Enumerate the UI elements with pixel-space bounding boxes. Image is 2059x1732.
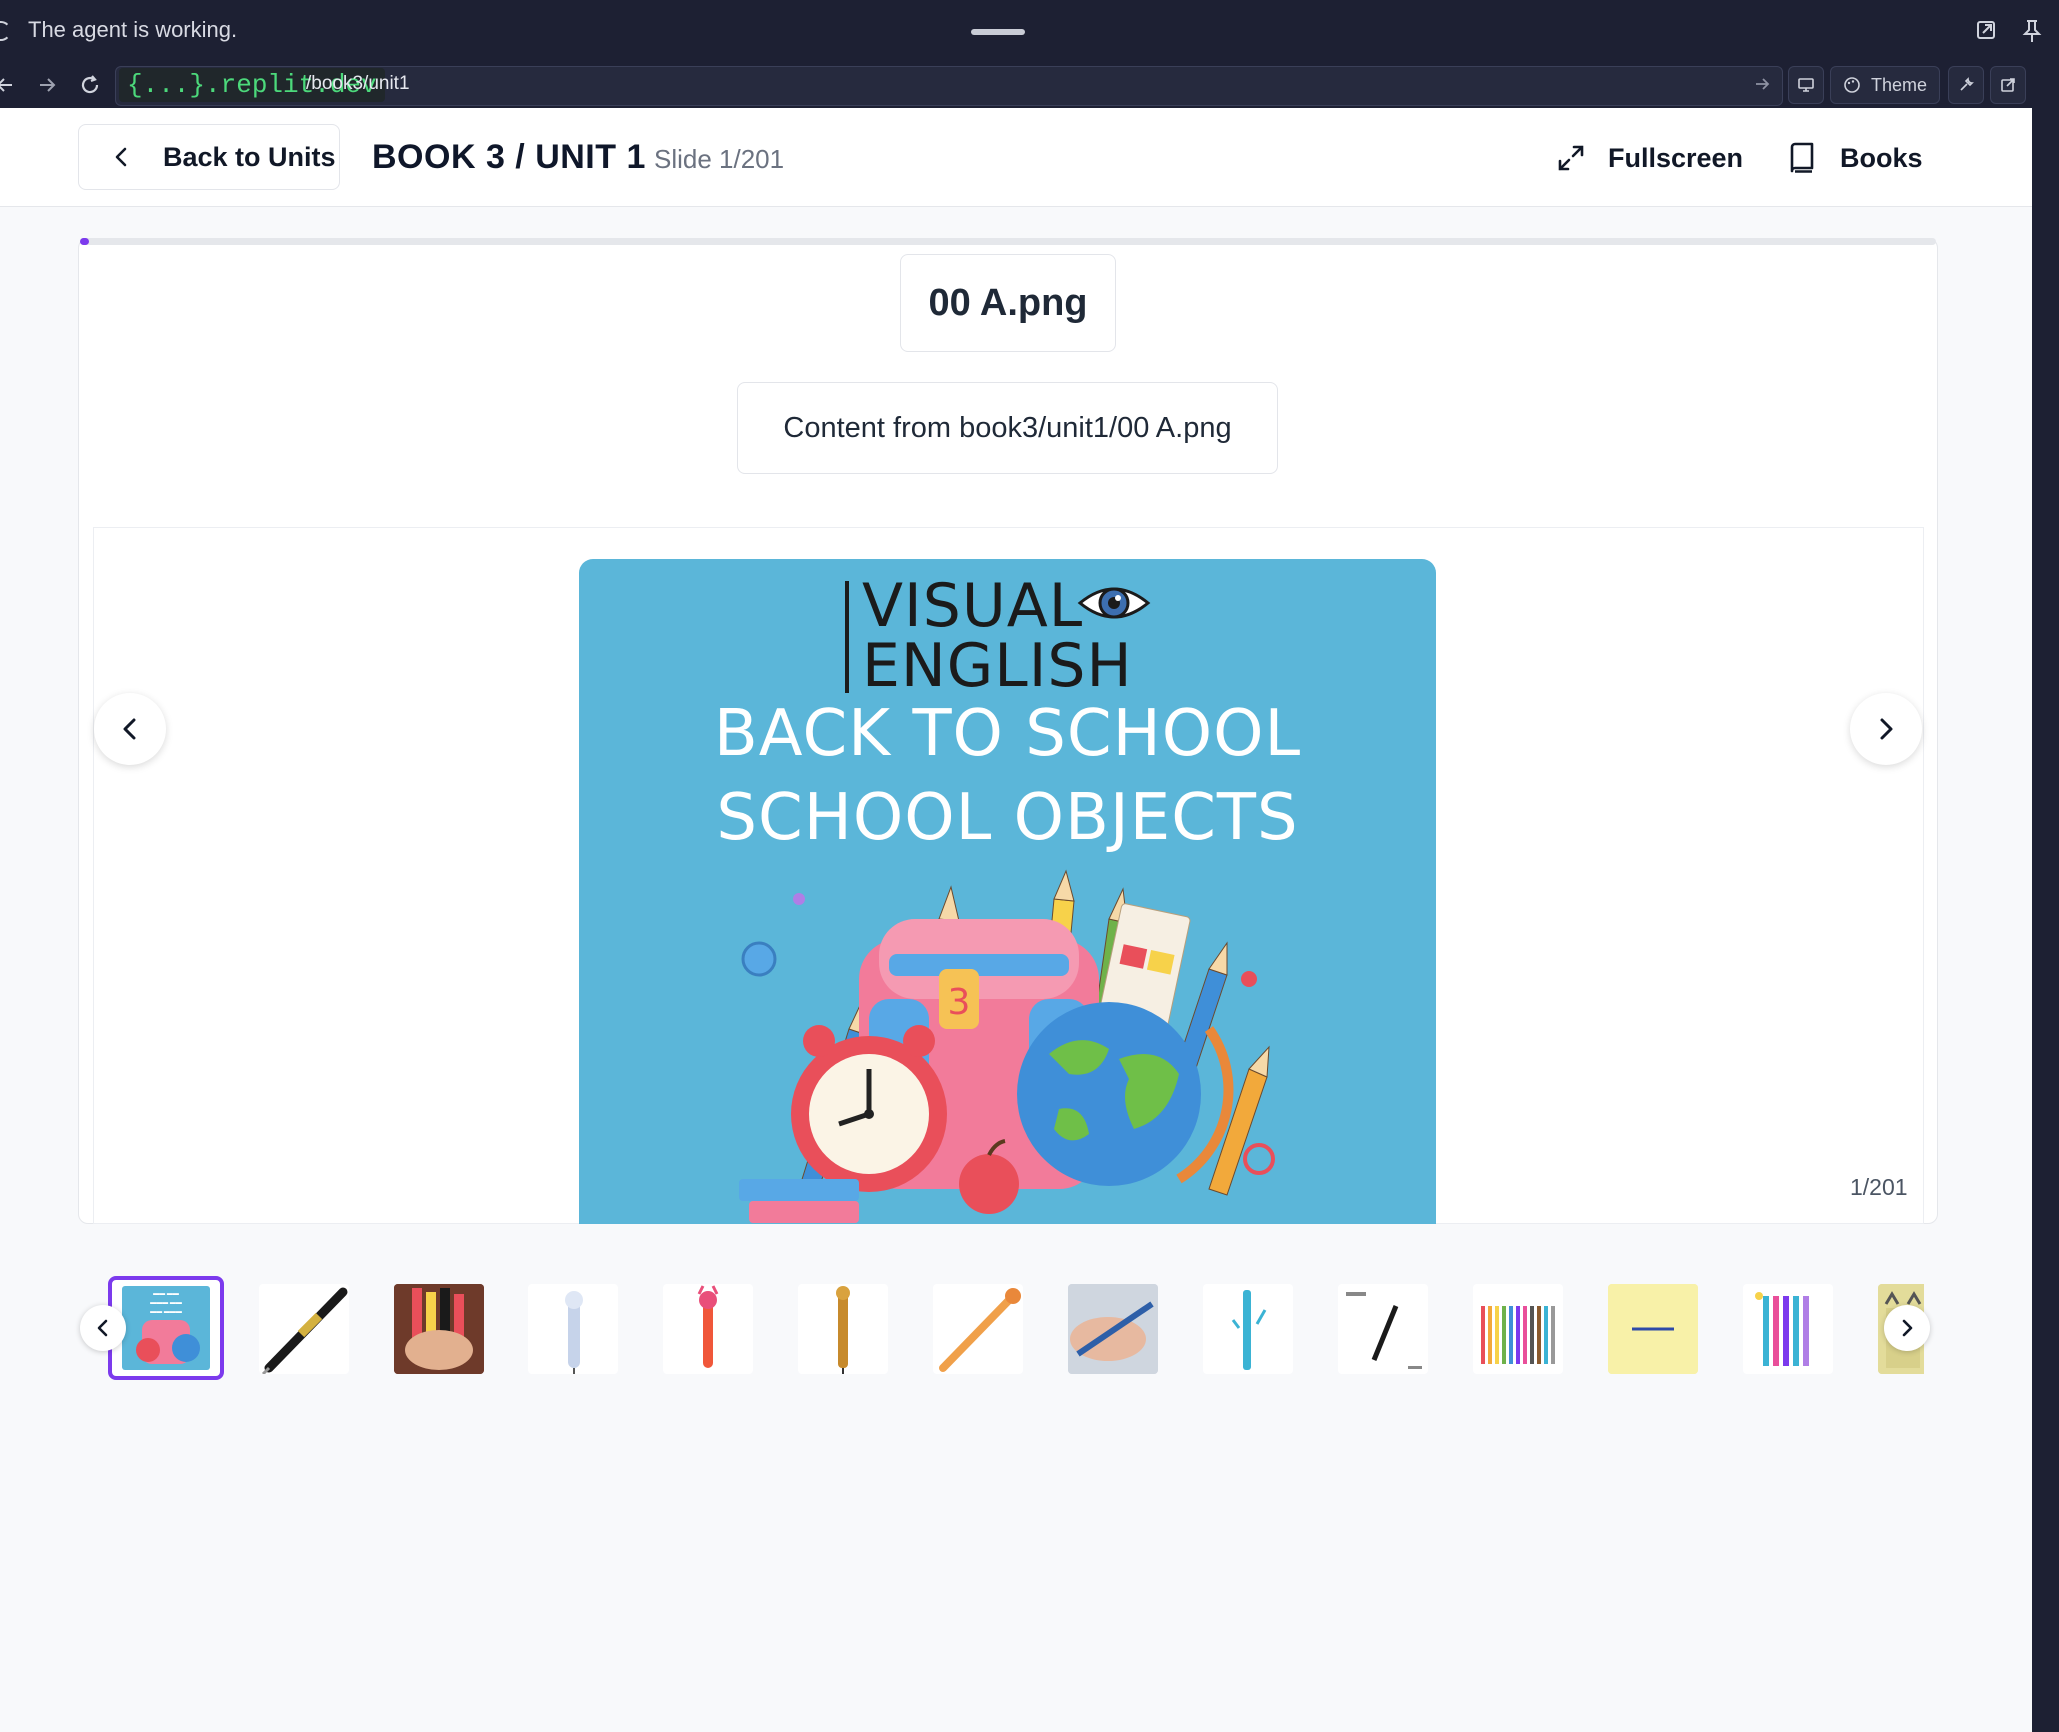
device-preview-button[interactable] [1788,66,1824,104]
thumbnail-item[interactable] [1743,1284,1833,1374]
eye-logo-icon [1077,581,1151,630]
chevron-right-icon [1880,718,1893,740]
thumbnail-cover-text: ▬▬ ▬▬ ▬▬▬ ▬▬ ▬▬ ▬▬▬ [150,1291,182,1315]
external-link-icon [2001,78,2015,92]
thumbnail-item[interactable] [933,1284,1023,1374]
palette-icon [1844,77,1860,93]
wooden-pen-image [836,1286,850,1374]
chevron-left-icon [97,1319,108,1337]
theme-button[interactable]: Theme [1830,66,1940,104]
back-to-units-label: Back to Units [163,141,336,172]
thumbnail-item[interactable] [1338,1284,1428,1374]
monitor-icon [1798,78,1814,92]
open-external-button[interactable] [1990,66,2026,104]
chevron-left-icon [123,718,136,740]
next-slide-button[interactable] [1850,693,1922,765]
slide-counter: 1/201 [1850,1174,1908,1200]
books-button[interactable]: Books [1788,130,1923,186]
thumbnail-item[interactable] [798,1284,888,1374]
slide-filename: 00 A.png [900,254,1116,352]
devtools-button[interactable] [1948,66,1984,104]
thumbnails-next-button[interactable] [1884,1305,1930,1351]
theme-label: Theme [1870,74,1928,95]
drag-handle[interactable] [971,29,1025,35]
fullscreen-button[interactable]: Fullscreen [1556,130,1743,186]
slide-content-caption: Content from book3/unit1/00 A.png [737,382,1278,474]
thumbnail-item[interactable] [1473,1284,1563,1374]
reload-icon[interactable] [78,73,102,102]
brand-logo-bar [845,581,849,693]
popout-icon[interactable] [1974,18,1998,48]
gel-pens-image [1755,1292,1809,1366]
thumbnail-item[interactable] [1068,1284,1158,1374]
marker-set-image [1481,1306,1555,1364]
parker-pen-image [1346,1292,1422,1369]
pin-icon[interactable] [2022,18,2042,50]
thumbnail-cover-image: ▬▬ ▬▬ ▬▬▬ ▬▬ ▬▬ ▬▬▬ [122,1286,210,1370]
orange-pencil-image [939,1288,1021,1372]
thumbnail-item[interactable] [394,1284,484,1374]
go-arrow-icon[interactable] [1753,75,1771,98]
blue-pens-image [1231,1290,1267,1370]
svg-text:3: 3 [948,982,971,1023]
forward-arrow-icon[interactable] [36,74,58,101]
wrench-icon [1960,77,1974,91]
brand-logo-line2: ENGLISH [862,631,1133,701]
agent-status-bar: The agent is working. [0,0,2042,64]
slide-image: VISUAL ENGLISH BACK TO SCHOOL SCHOOL OBJ… [579,559,1436,1224]
thumbnail-item[interactable] [528,1284,618,1374]
url-path[interactable]: /book3/unit1 [306,73,410,95]
slide-indicator: Slide 1/201 [654,144,785,174]
previous-slide-button[interactable] [94,693,166,765]
thumbnail-strip: ▬▬ ▬▬ ▬▬▬ ▬▬ ▬▬ ▬▬▬ [78,1270,1924,1388]
thumbnail-item[interactable] [259,1284,349,1374]
loading-spinner-icon [0,21,11,41]
book-icon [1790,142,1814,173]
hand-pen-image [1068,1284,1158,1374]
progress-fill [80,238,89,245]
page-title: BOOK 3 / UNIT 1 [372,138,646,176]
slide-heading-1: BACK TO SCHOOL [713,697,1302,771]
pen-image [261,1287,348,1374]
agent-status-text: The agent is working. [28,17,238,42]
novelty-pens-image [394,1284,484,1374]
slide-heading-2: SCHOOL OBJECTS [716,781,1299,855]
red-pen-image [697,1285,719,1368]
back-arrow-icon[interactable] [0,74,16,101]
school-supplies-illustration: 3 [739,869,1275,1223]
back-to-units-button[interactable]: Back to Units [78,124,340,190]
thumbnail-item[interactable] [1203,1284,1293,1374]
expand-icon [1558,145,1584,171]
books-label: Books [1840,142,1923,173]
fullscreen-label: Fullscreen [1608,142,1744,173]
window-edge [2032,0,2059,1732]
thumbnail-item[interactable] [663,1284,753,1374]
thumbnails-prev-button[interactable] [80,1305,126,1351]
progress-bar [80,238,1936,245]
chevron-left-icon [115,147,127,167]
thumbnail-item[interactable] [1608,1284,1698,1374]
chevron-right-icon [1902,1319,1913,1337]
yellow-card-image [1608,1284,1698,1374]
unicorn-pen-image [565,1291,583,1374]
